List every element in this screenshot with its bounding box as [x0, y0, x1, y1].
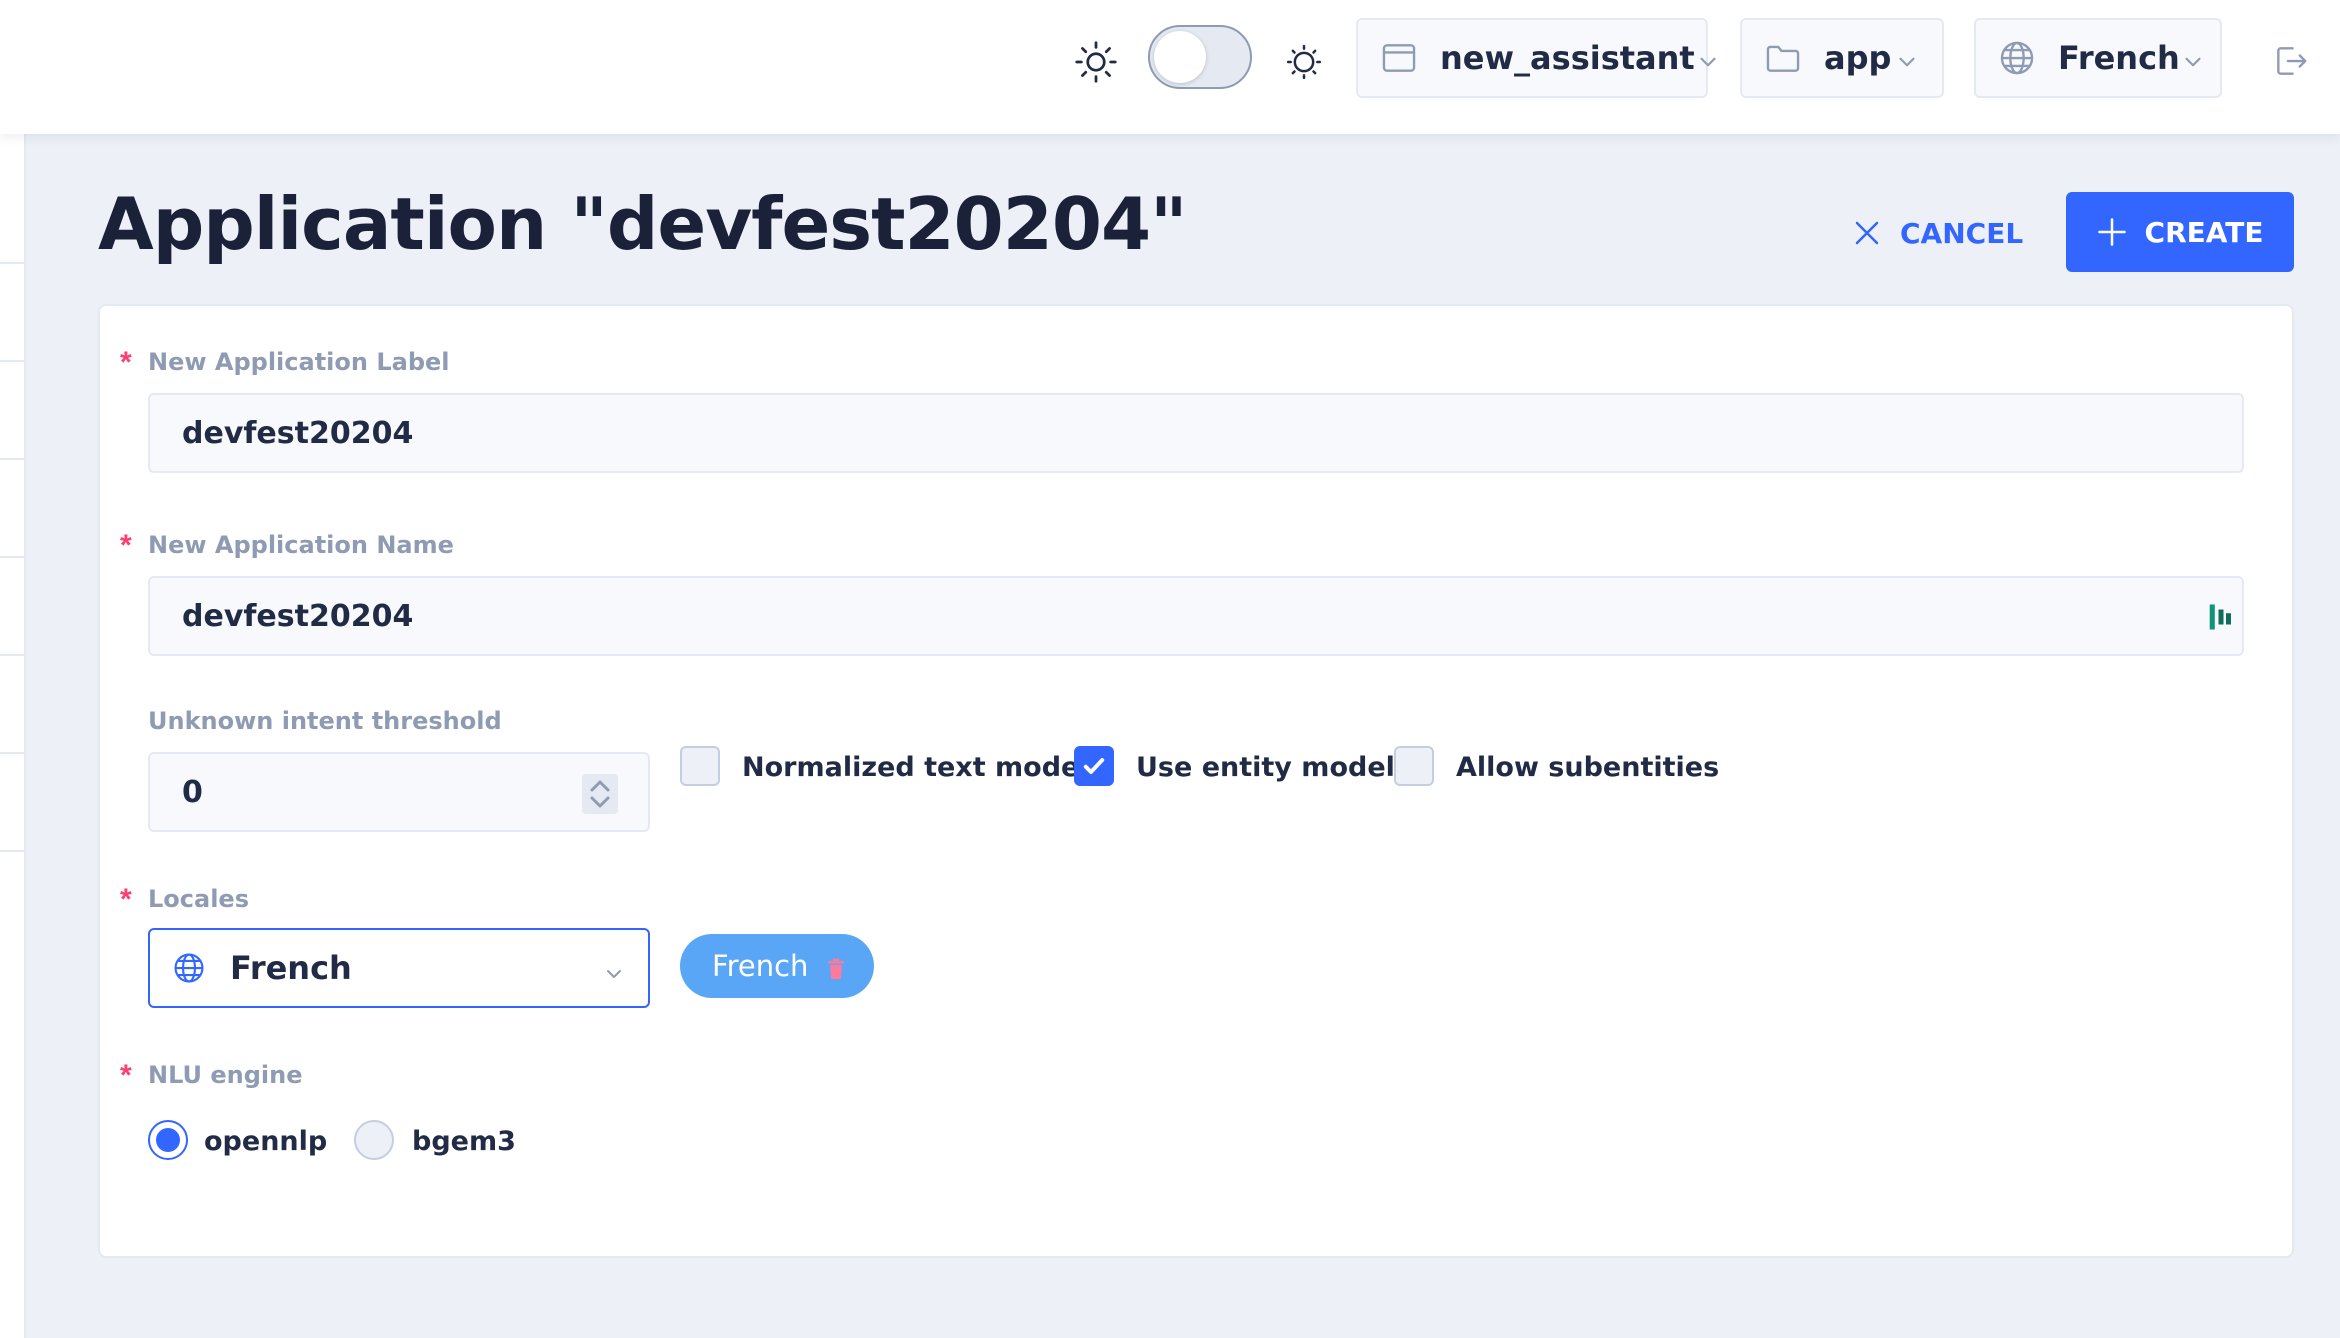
globe-icon	[1998, 39, 2036, 77]
browser-window-icon	[1380, 39, 1418, 77]
page-title: Application "devfest20204"	[98, 182, 1188, 266]
theme-toggle[interactable]	[1148, 25, 1252, 89]
chevron-down-icon	[1695, 45, 1721, 71]
application-label-label: New Application Label	[148, 348, 450, 376]
threshold-label: Unknown intent threshold	[148, 707, 502, 735]
sidebar-divider	[0, 262, 26, 264]
application-name-label: New Application Name	[148, 531, 454, 559]
locales-label: Locales	[148, 885, 249, 913]
use-entity-models-checkbox[interactable]	[1074, 746, 1114, 786]
create-button-label: CREATE	[2144, 215, 2264, 249]
application-name-input[interactable]: devfest20204	[148, 576, 2244, 656]
logout-icon[interactable]	[2272, 42, 2310, 80]
opennlp-radio[interactable]	[148, 1120, 188, 1160]
required-marker: *	[120, 883, 132, 916]
locale-tag-label: French	[712, 949, 809, 983]
number-stepper-icon[interactable]	[582, 774, 618, 814]
threshold-input[interactable]: 0	[148, 752, 650, 832]
locales-select[interactable]: French	[148, 928, 650, 1008]
chevron-down-icon	[2180, 45, 2206, 71]
sidebar-divider	[0, 556, 26, 558]
sun-icon	[1074, 40, 1118, 84]
cancel-button-label: CANCEL	[1900, 216, 2024, 250]
grammarly-icon[interactable]	[2208, 602, 2234, 632]
locale-selector-value: French	[2058, 39, 2180, 77]
opennlp-radio-label[interactable]: opennlp	[204, 1126, 327, 1157]
application-selector[interactable]: app	[1740, 18, 1944, 98]
plus-icon	[2097, 217, 2127, 247]
namespace-selector-value: new_assistant	[1440, 39, 1695, 77]
sidebar-collapsed	[0, 134, 26, 1338]
required-marker: *	[120, 346, 132, 379]
use-entity-models-label[interactable]: Use entity models	[1136, 752, 1411, 783]
sidebar-divider	[0, 752, 26, 754]
toggle-knob	[1154, 31, 1206, 83]
trash-icon[interactable]	[826, 954, 846, 979]
allow-subentities-checkbox[interactable]	[1394, 746, 1434, 786]
close-icon	[1852, 218, 1882, 248]
create-button[interactable]: CREATE	[2066, 192, 2294, 272]
normalized-text-models-checkbox[interactable]	[680, 746, 720, 786]
sidebar-divider	[0, 654, 26, 656]
top-bar: new_assistant app French	[0, 0, 2340, 134]
application-name-value: devfest20204	[182, 598, 414, 634]
folder-icon	[1764, 39, 1802, 77]
chevron-down-icon	[1894, 45, 1920, 71]
normalized-text-models-label[interactable]: Normalized text models	[742, 752, 1105, 783]
application-label-input[interactable]: devfest20204	[148, 393, 2244, 473]
nlu-engine-label: NLU engine	[148, 1061, 303, 1089]
application-selector-value: app	[1824, 39, 1892, 77]
allow-subentities-label[interactable]: Allow subentities	[1456, 752, 1719, 783]
required-marker: *	[120, 1059, 132, 1092]
sun-outline-icon	[1284, 42, 1324, 82]
namespace-selector[interactable]: new_assistant	[1356, 18, 1716, 98]
sidebar-divider	[0, 850, 26, 852]
chevron-down-icon	[602, 956, 626, 980]
locales-select-value: French	[230, 949, 352, 987]
application-label-value: devfest20204	[182, 415, 414, 451]
bgem3-radio[interactable]	[354, 1120, 394, 1160]
sidebar-divider	[0, 360, 26, 362]
locale-tag: French	[680, 934, 874, 998]
cancel-button[interactable]: CANCEL	[1852, 206, 2023, 260]
bgem3-radio-label[interactable]: bgem3	[412, 1126, 516, 1157]
locale-selector[interactable]: French	[1974, 18, 2222, 98]
checkmark-icon	[1083, 758, 1105, 774]
required-marker: *	[120, 529, 132, 562]
globe-icon	[172, 951, 206, 985]
sidebar-divider	[0, 458, 26, 460]
threshold-value: 0	[182, 774, 203, 810]
